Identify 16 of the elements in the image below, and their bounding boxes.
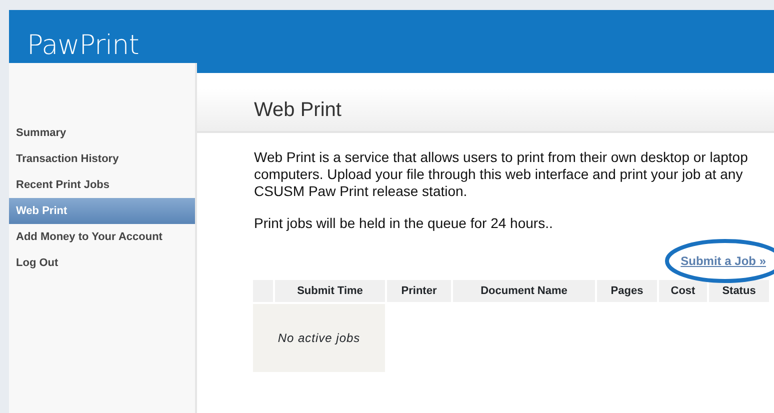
page-title: Web Print [254,98,342,122]
column-header: Submit Time [275,280,385,302]
paragraph: Web Print is a service that allows users to print from their own desktop or laptop computers. Upload your file through this web interface and print your job at any CSUSM Paw Print release station. [254,149,749,200]
empty-message: No active jobs [253,304,385,372]
sidebar-item[interactable]: Add Money to Your Account [9,224,195,250]
column-header: Pages [597,280,657,302]
column-header: Document Name [453,280,595,302]
logo[interactable]: PawPrint [27,22,139,59]
sidebar-item[interactable]: Log Out [9,250,195,276]
column-header: Printer [387,280,451,302]
column-header: Cost [659,280,707,302]
sidebar-item[interactable]: Recent Print Jobs [9,172,195,198]
sidebar-item[interactable]: Summary [9,120,195,146]
paragraph: Print jobs will be held in the queue for 24 hours.. [254,215,554,232]
column-header: Status [709,280,769,302]
sidebar-item[interactable]: Transaction History [9,146,195,172]
